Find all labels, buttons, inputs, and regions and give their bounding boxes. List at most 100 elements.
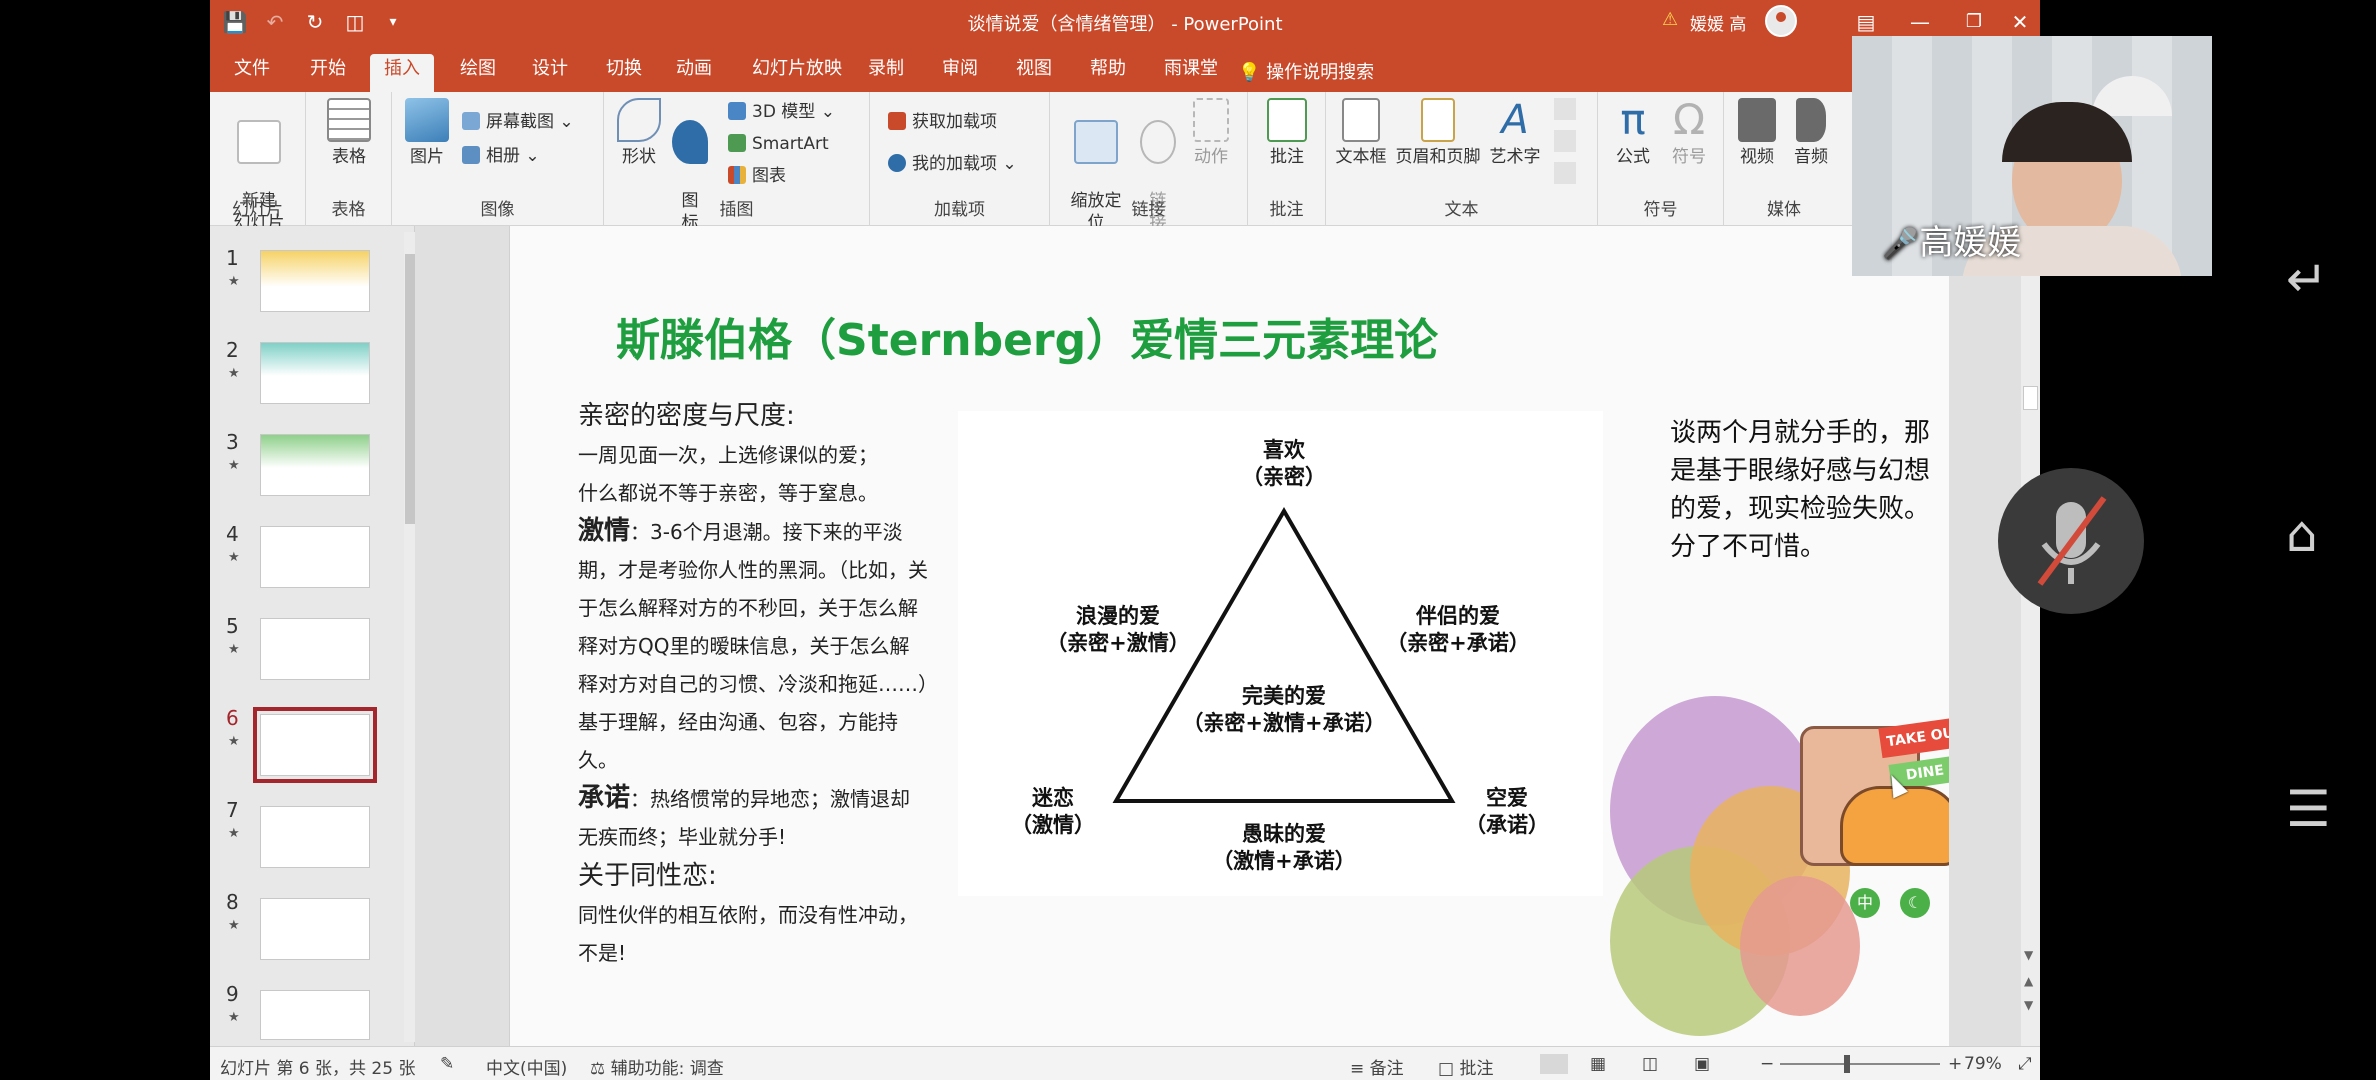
scrollbar-thumb[interactable] [405, 254, 415, 524]
fit-to-window-icon[interactable]: ⤢ [2018, 1054, 2032, 1074]
slideshow-view-icon[interactable]: ▣ [1694, 1054, 1710, 1074]
comment-button[interactable]: 批注 [1262, 98, 1312, 168]
tab-rainclass[interactable]: 雨课堂 [1150, 54, 1232, 92]
my-addins-button[interactable]: 我的加载项 ⌄ [888, 150, 1017, 178]
avatar[interactable] [1765, 5, 1797, 37]
zoom-icon [1074, 120, 1118, 164]
tell-me-search[interactable]: 💡 操作说明搜索 [1238, 58, 1374, 84]
thumbnail-slide-5[interactable] [260, 618, 370, 680]
header-footer-icon [1421, 98, 1455, 142]
left-text-box[interactable]: 亲密的密度与尺度: 一周见面一次，上选修课似的爱； 什么都说不等于亲密，等于窒息… [578, 396, 928, 972]
tab-slideshow[interactable]: 幻灯片放映 [738, 54, 856, 92]
moon-icon[interactable]: ☾ [1900, 888, 1930, 918]
picture-button[interactable]: 图片 [402, 98, 452, 168]
warning-icon[interactable]: ⚠ [1662, 9, 1678, 30]
table-label: 表格 [332, 147, 366, 167]
ribbon-tabs: 文件 开始 插入 绘图 设计 切换 动画 幻灯片放映 录制 审阅 视图 帮助 雨… [210, 44, 2040, 92]
scrollbar-thumb[interactable] [2023, 386, 2038, 410]
home-icon[interactable]: ⌂ [2286, 505, 2318, 563]
chart-button[interactable]: 图表 [728, 162, 786, 190]
minimize-icon[interactable]: — [1900, 6, 1940, 38]
group-illustrations: 形状 图 标 3D 模型 ⌄ SmartArt 图表 插图 [604, 92, 870, 233]
smartart-icon [728, 134, 746, 152]
close-icon[interactable]: ✕ [2000, 6, 2040, 38]
header-footer-button[interactable]: 页眉和页脚 [1392, 98, 1484, 168]
audio-button[interactable]: 音频 [1786, 98, 1836, 168]
thumbnail-slide-7[interactable] [260, 806, 370, 868]
tab-draw[interactable]: 绘图 [446, 54, 510, 92]
get-addins-button[interactable]: 获取加载项 [888, 108, 997, 136]
zh-badge[interactable]: 中 [1850, 888, 1880, 918]
animation-icon: ★ [228, 734, 240, 749]
equation-button[interactable]: π 公式 [1608, 98, 1658, 168]
slide-number-icon[interactable] [1554, 130, 1576, 152]
next-slide-icon[interactable]: ▼ [2024, 998, 2033, 1012]
tab-transitions[interactable]: 切换 [592, 54, 656, 92]
screenshot-button[interactable]: 屏幕截图 ⌄ [462, 108, 574, 136]
tab-insert[interactable]: 插入 [370, 54, 434, 92]
video-label: 视频 [1740, 147, 1774, 167]
tab-review[interactable]: 审阅 [928, 54, 992, 92]
menu-icon[interactable]: ☰ [2286, 780, 2331, 838]
thumbnail-slide-2[interactable] [260, 342, 370, 404]
zoom-level[interactable]: 79% [1964, 1054, 2002, 1074]
tab-view[interactable]: 视图 [1002, 54, 1066, 92]
zoom-in-icon[interactable]: + [1948, 1054, 1962, 1074]
slide-canvas[interactable]: 斯滕伯格（Sternberg）爱情三元素理论 亲密的密度与尺度: 一周见面一次，… [509, 226, 1949, 1046]
slide-counter: 幻灯片 第 6 张，共 25 张 [220, 1059, 416, 1079]
commitment-heading: 承诺 [578, 783, 631, 813]
album-button[interactable]: 相册 ⌄ [462, 142, 540, 170]
webcam-name: 🎤高媛媛 [1882, 215, 2021, 264]
zoom-slider[interactable] [1780, 1063, 1940, 1065]
mute-button[interactable] [1998, 468, 2144, 614]
model3d-button[interactable]: 3D 模型 ⌄ [728, 98, 835, 126]
thumbnail-slide-8[interactable] [260, 898, 370, 960]
tab-record[interactable]: 录制 [854, 54, 918, 92]
normal-view-icon[interactable] [1540, 1054, 1568, 1074]
notes-button[interactable]: ≡ 备注 [1350, 1054, 1404, 1079]
thumbnail-slide-4[interactable] [260, 526, 370, 588]
action-icon [1193, 98, 1229, 142]
spellcheck-icon[interactable]: ✎ [440, 1054, 454, 1074]
restore-icon[interactable]: ❐ [1954, 6, 1994, 38]
video-button[interactable]: 视频 [1732, 98, 1782, 168]
action-button[interactable]: 动作 [1186, 98, 1236, 168]
slide-sorter-icon[interactable]: ▦ [1590, 1054, 1606, 1074]
slide-title[interactable]: 斯滕伯格（Sternberg）爱情三元素理论 [616, 304, 1438, 368]
accessibility-status[interactable]: ⚖ 辅助功能: 调查 [590, 1054, 724, 1079]
comments-button[interactable]: □ 批注 [1438, 1054, 1493, 1079]
ribbon-display-icon[interactable]: ▤ [1846, 6, 1886, 38]
table-button[interactable]: 表格 [324, 98, 374, 168]
reading-view-icon[interactable]: ◫ [1642, 1054, 1658, 1074]
shapes-button[interactable]: 形状 [614, 98, 664, 168]
textbox-button[interactable]: 文本框 [1334, 98, 1388, 168]
user-name[interactable]: 媛媛 高 [1690, 10, 1746, 35]
tab-animations[interactable]: 动画 [662, 54, 726, 92]
wordart-button[interactable]: A 艺术字 [1488, 98, 1542, 168]
object-icon[interactable] [1554, 162, 1576, 184]
previous-slide-icon[interactable]: ▲ [2024, 974, 2033, 988]
smartart-button[interactable]: SmartArt [728, 130, 829, 158]
label-companionate-love: 伴侣的爱 （亲密+承诺） [1386, 604, 1530, 655]
thumbnail-slide-1[interactable] [260, 250, 370, 312]
tab-help[interactable]: 帮助 [1076, 54, 1140, 92]
thumbnail-slide-6[interactable] [253, 707, 377, 783]
language-indicator[interactable]: 中文(中国) [486, 1054, 567, 1079]
zoom-out-icon[interactable]: − [1760, 1054, 1774, 1074]
love-triangle-diagram[interactable]: 喜欢 （亲密） 浪漫的爱 （亲密+激情） 伴侣的爱 （亲密+承诺） 完美的爱 （… [958, 411, 1603, 896]
scroll-down-icon[interactable]: ▼ [2024, 948, 2033, 962]
tab-file[interactable]: 文件 [220, 54, 284, 92]
back-icon[interactable]: ↵ [2286, 250, 2328, 308]
slide-scrollbar[interactable]: ▼ ▲ ▼ [2021, 226, 2040, 1046]
right-note[interactable]: 谈两个月就分手的，那是基于眼缘好感与幻想的爱，现实检验失败。分了不可惜。 [1670, 414, 1930, 566]
zoom-slider-thumb[interactable] [1844, 1055, 1850, 1073]
tab-home[interactable]: 开始 [296, 54, 360, 92]
symbol-button[interactable]: Ω 符号 [1664, 98, 1714, 168]
tell-me-label: 操作说明搜索 [1266, 62, 1375, 83]
thumb-number: 2 [226, 338, 239, 362]
date-time-icon[interactable] [1554, 98, 1576, 120]
tab-design[interactable]: 设计 [518, 54, 582, 92]
thumbnail-slide-9[interactable] [260, 990, 370, 1040]
thumbnail-slide-3[interactable] [260, 434, 370, 496]
accessibility-icon: ⚖ [590, 1059, 606, 1079]
